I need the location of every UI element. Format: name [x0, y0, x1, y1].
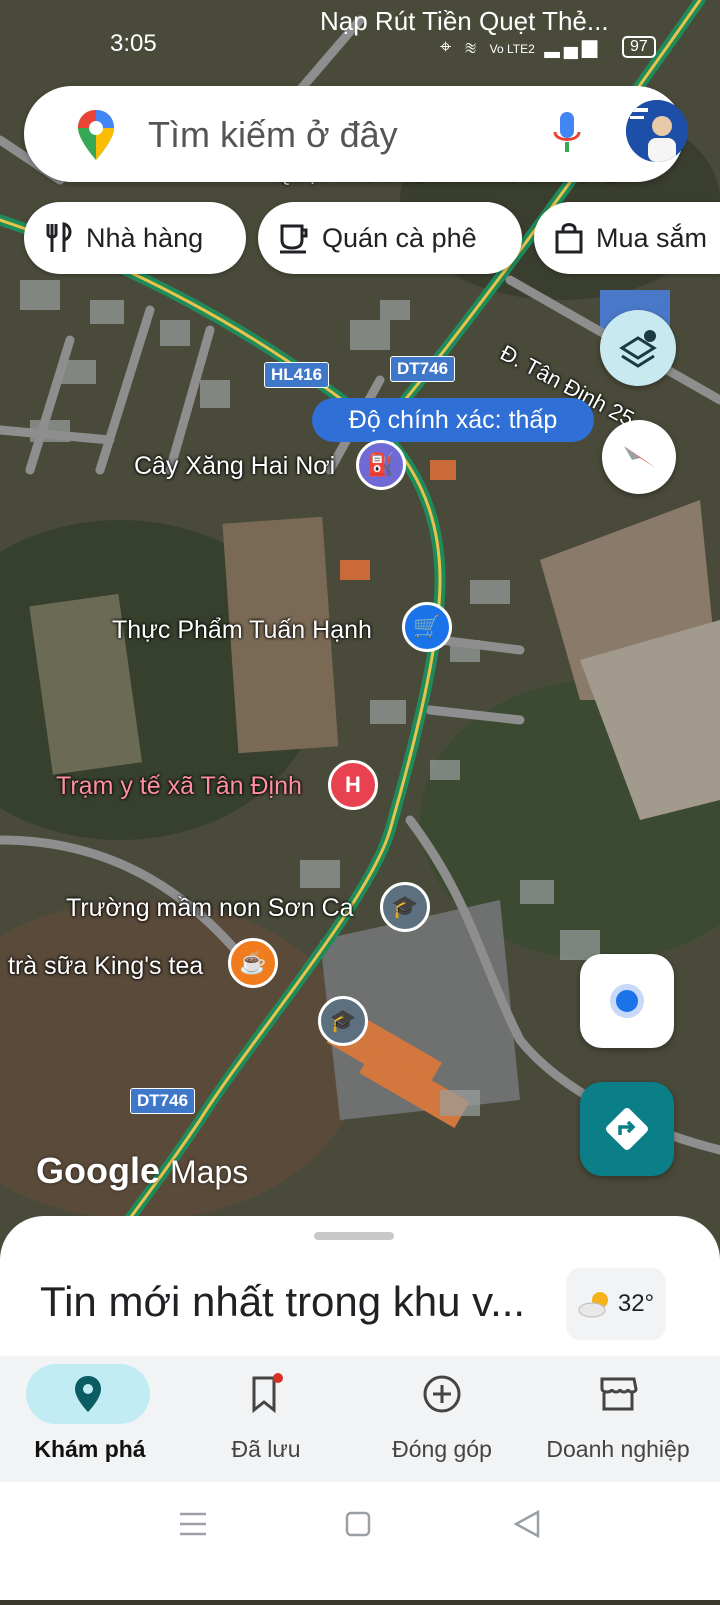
road-label-dt746-south: DT746	[130, 1088, 196, 1114]
map-view[interactable]: HL416 DT746 DT746 Đ. Tân Định 25 QUẠT TR…	[0, 0, 720, 1260]
nav-explore[interactable]: Khám phá	[0, 1356, 180, 1482]
place-label-health-station[interactable]: Trạm y tế xã Tân Định	[56, 772, 302, 801]
compass-icon	[624, 446, 656, 468]
layers-button[interactable]	[600, 310, 676, 386]
wifi-icon: ≋	[464, 36, 481, 58]
place-label-kindergarten[interactable]: Trường mầm non Sơn Ca	[66, 894, 354, 923]
search-bar[interactable]: Tìm kiếm ở đây	[24, 86, 688, 182]
status-notification: Nạp Rút Tiền Quẹt Thẻ...	[320, 6, 609, 36]
profile-avatar[interactable]	[626, 100, 688, 162]
microphone-icon[interactable]	[552, 110, 582, 158]
home-icon[interactable]	[345, 1511, 371, 1537]
bookmark-icon	[252, 1373, 283, 1414]
nav-icon-container	[402, 1364, 482, 1424]
chip-label: Mua sắm	[596, 222, 708, 253]
layers-icon	[619, 330, 657, 368]
accuracy-badge: Độ chính xác: thấp	[312, 398, 594, 442]
chip-shopping[interactable]: Mua sắm	[534, 202, 720, 274]
cafe-icon[interactable]: ☕	[228, 938, 278, 988]
explore-pin-icon	[75, 1376, 101, 1412]
nav-label: Khám phá	[34, 1436, 146, 1462]
chip-cafes[interactable]: Quán cà phê	[258, 202, 522, 274]
status-bar: 3:05 Nạp Rút Tiền Quẹt Thẻ... ⌖ ≋ Vo LTE…	[0, 0, 720, 80]
place-label-food-store[interactable]: Thực Phẩm Tuấn Hạnh	[112, 616, 372, 645]
directions-button[interactable]	[580, 1082, 674, 1176]
my-location-button[interactable]	[580, 954, 674, 1048]
system-navigation-bar	[0, 1482, 720, 1600]
road-label-dt746-north: DT746	[390, 356, 456, 382]
nav-business[interactable]: Doanh nghiệp	[528, 1356, 708, 1482]
place-label-milk-tea[interactable]: trà sữa King's tea	[8, 952, 203, 981]
bottom-sheet[interactable]: Tin mới nhất trong khu v... 32°	[0, 1216, 720, 1376]
restaurant-icon	[46, 222, 72, 252]
location-icon: ⌖	[440, 36, 456, 58]
battery-indicator: 97	[622, 36, 656, 58]
place-label-gas-station[interactable]: Cây Xăng Hai Nơi	[134, 452, 335, 481]
menu-icon[interactable]	[180, 1512, 206, 1536]
sheet-title[interactable]: Tin mới nhất trong khu v...	[40, 1278, 525, 1326]
shopping-bag-icon	[555, 223, 583, 254]
bottom-navigation: Khám phá Đã lưu Đóng góp Doanh nghiệp	[0, 1356, 720, 1482]
compass-button[interactable]	[602, 420, 676, 494]
temperature: 32°	[617, 1290, 655, 1317]
hospital-icon[interactable]: H	[328, 760, 378, 810]
nav-icon-container	[226, 1364, 306, 1424]
search-input[interactable]: Tìm kiếm ở đây	[148, 114, 398, 156]
google-wordmark: Google	[36, 1150, 160, 1191]
nav-contribute[interactable]: Đóng góp	[352, 1356, 532, 1482]
chip-restaurants[interactable]: Nhà hàng	[24, 202, 246, 274]
storefront-icon	[600, 1377, 638, 1411]
nav-icon-container	[578, 1364, 658, 1424]
gas-station-icon[interactable]: ⛽	[356, 440, 406, 490]
status-time: 3:05	[110, 30, 157, 57]
weather-badge[interactable]: 32°	[566, 1268, 666, 1340]
system-nav-icons	[180, 1509, 540, 1539]
network-type: Vo LTE2	[489, 42, 535, 56]
nav-icon-container	[26, 1364, 150, 1424]
shopping-cart-icon[interactable]: 🛒	[402, 602, 452, 652]
school-icon[interactable]: 🎓	[318, 996, 368, 1046]
google-maps-pin-icon	[78, 110, 114, 160]
sheet-drag-handle[interactable]	[314, 1232, 394, 1240]
status-icons: ⌖ ≋ Vo LTE2 ▂▄▆	[440, 34, 601, 59]
chip-label: Nhà hàng	[86, 222, 204, 253]
back-icon[interactable]	[513, 1509, 540, 1539]
partly-sunny-icon	[578, 1292, 608, 1318]
nav-label: Đã lưu	[231, 1436, 301, 1462]
nav-label: Doanh nghiệp	[546, 1436, 690, 1462]
avatar-image	[626, 100, 688, 162]
road-label-hl416: HL416	[264, 362, 330, 388]
google-maps-watermark: Google Maps	[36, 1150, 248, 1192]
signal-icon: ▂▄▆	[544, 36, 602, 58]
coffee-icon	[280, 224, 308, 254]
my-location-icon	[610, 984, 644, 1018]
nav-label: Đóng góp	[392, 1436, 492, 1462]
chip-label: Quán cà phê	[322, 222, 477, 253]
directions-icon	[606, 1108, 648, 1150]
add-circle-icon	[423, 1375, 461, 1413]
maps-wordmark: Maps	[170, 1154, 249, 1190]
nav-saved[interactable]: Đã lưu	[176, 1356, 356, 1482]
school-icon[interactable]: 🎓	[380, 882, 430, 932]
